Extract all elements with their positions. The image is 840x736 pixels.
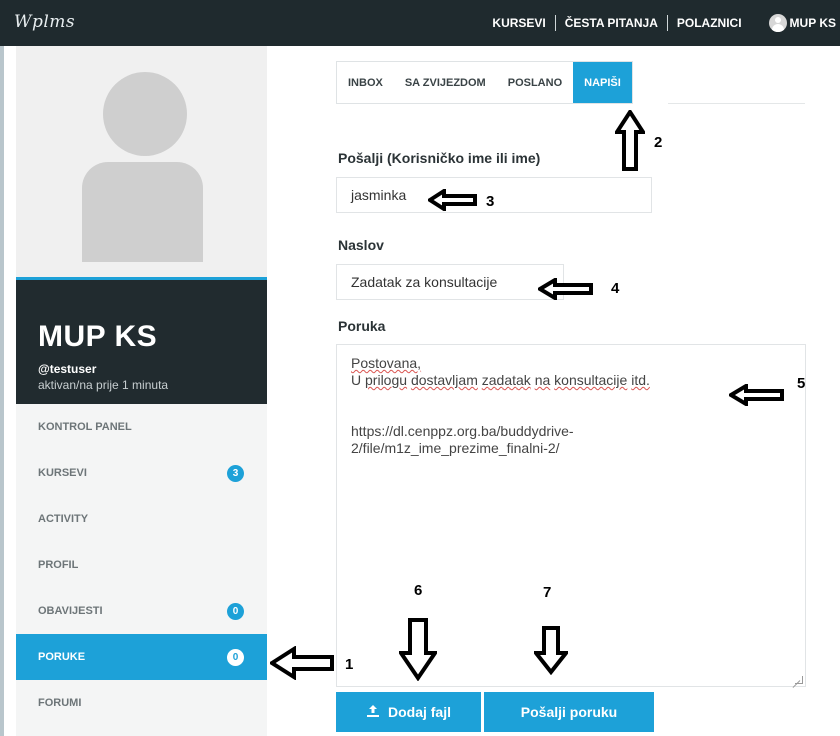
- frame-border: [0, 46, 4, 736]
- attach-file-label: Dodaj fajl: [387, 704, 451, 720]
- tab-inbox[interactable]: INBOX: [337, 62, 394, 103]
- tab-sent[interactable]: POSLANO: [497, 62, 573, 103]
- annotation-number: 7: [543, 584, 552, 601]
- recipient-label: Pošalji (Korisničko ime ili ime): [338, 150, 541, 166]
- tab-starred[interactable]: SA ZVIJEZDOM: [394, 62, 497, 103]
- attach-file-button[interactable]: Dodaj fajl: [336, 692, 481, 732]
- annotation-number: 3: [486, 193, 495, 210]
- sidebar: MUP KS @testuser aktivan/na prije 1 minu…: [16, 46, 267, 736]
- annotation-number: 2: [654, 134, 663, 151]
- count-badge: 0: [227, 649, 244, 666]
- sidebar-item-poruke[interactable]: PORUKE 0: [16, 634, 267, 680]
- avatar-body-shape: [82, 162, 203, 262]
- profile-avatar[interactable]: [16, 46, 267, 279]
- message-label: Poruka: [338, 318, 386, 334]
- sidebar-item-label: ACTIVITY: [38, 513, 89, 525]
- message-line-blank: [351, 389, 791, 423]
- annotation-number: 4: [611, 280, 620, 297]
- nav-link-cesta-pitanja[interactable]: ČESTA PITANJA: [556, 16, 667, 30]
- site-logo[interactable]: Wplms: [14, 12, 75, 32]
- recipient-value: jasminka: [351, 187, 407, 203]
- sidebar-item-label: FORUMI: [38, 697, 82, 709]
- sidebar-item-obavijesti[interactable]: OBAVIJESTI 0: [16, 588, 267, 634]
- sidebar-item-profil[interactable]: PROFIL: [16, 542, 267, 588]
- sidebar-item-label: KONTROL PANEL: [38, 421, 132, 433]
- user-avatar-icon: [768, 14, 787, 32]
- message-word: U: [351, 372, 362, 388]
- message-line: https://dl.cenppz.org.ba/buddydrive-: [351, 423, 574, 439]
- count-badge: 0: [227, 603, 244, 620]
- top-bar: Wplms KURSEVI ČESTA PITANJA POLAZNICI MU…: [0, 0, 840, 46]
- message-word: itd.: [631, 372, 650, 388]
- subject-label: Naslov: [338, 237, 384, 253]
- arrow-left-icon: [270, 646, 334, 680]
- arrow-down-icon: [399, 618, 437, 681]
- user-menu[interactable]: MUP KS: [751, 14, 840, 32]
- sidebar-menu: KONTROL PANEL KURSEVI 3 ACTIVITY PROFIL …: [16, 404, 267, 726]
- message-word: na: [534, 372, 551, 388]
- sidebar-item-label: PROFIL: [38, 559, 79, 571]
- upload-icon: [366, 704, 380, 721]
- send-message-label: Pošalji poruku: [520, 704, 618, 720]
- message-tabs: INBOX SA ZVIJEZDOM POSLANO NAPIŠI: [336, 61, 633, 104]
- message-line: 2/file/m1z_ime_prezime_finalni-2/: [351, 440, 560, 456]
- profile-info: MUP KS @testuser aktivan/na prije 1 minu…: [16, 280, 267, 404]
- tab-compose[interactable]: NAPIŠI: [573, 62, 632, 103]
- nav-link-kursevi[interactable]: KURSEVI: [483, 16, 554, 30]
- annotation-number: 5: [797, 375, 806, 392]
- user-name: MUP KS: [789, 16, 836, 30]
- message-word: prilogu: [365, 372, 408, 388]
- annotation-number: 1: [345, 656, 354, 673]
- sidebar-item-activity[interactable]: ACTIVITY: [16, 496, 267, 542]
- profile-name: MUP KS: [38, 320, 158, 353]
- send-message-button[interactable]: Pošalji poruku: [484, 692, 654, 732]
- sidebar-item-label: KURSEVI: [38, 467, 87, 479]
- nav-link-polaznici[interactable]: POLAZNICI: [668, 16, 751, 30]
- arrow-left-icon: [538, 278, 593, 300]
- arrow-up-icon: [615, 110, 645, 171]
- resize-handle[interactable]: [795, 676, 803, 684]
- profile-handle: @testuser: [38, 362, 97, 376]
- arrow-left-icon: [428, 189, 477, 211]
- annotation-number: 6: [414, 582, 423, 599]
- sidebar-item-forumi[interactable]: FORUMI: [16, 680, 267, 726]
- message-word: zadatak: [481, 372, 531, 388]
- sidebar-item-kontrol-panel[interactable]: KONTROL PANEL: [16, 404, 267, 450]
- tabs-underline: [668, 103, 805, 104]
- arrow-down-icon: [534, 626, 568, 675]
- arrow-left-icon: [729, 384, 784, 406]
- profile-status: aktivan/na prije 1 minuta: [38, 378, 169, 392]
- sidebar-item-label: PORUKE: [38, 651, 86, 663]
- message-line: U prilogu dostavljam zadatak na konsulta…: [351, 372, 791, 389]
- message-line: Postovana,: [351, 355, 422, 371]
- message-word: dostavljam: [410, 372, 478, 388]
- avatar-head-shape: [103, 72, 187, 156]
- message-line-text: U prilogu dostavljam zadatak na konsulta…: [351, 372, 650, 388]
- message-word: konsultacije: [554, 372, 628, 388]
- sidebar-item-kursevi[interactable]: KURSEVI 3: [16, 450, 267, 496]
- count-badge: 3: [227, 465, 244, 482]
- top-nav: KURSEVI ČESTA PITANJA POLAZNICI MUP KS: [483, 0, 840, 46]
- sidebar-item-label: OBAVIJESTI: [38, 605, 103, 617]
- subject-input[interactable]: Zadatak za konsultacije: [336, 264, 564, 300]
- subject-value: Zadatak za konsultacije: [351, 274, 498, 290]
